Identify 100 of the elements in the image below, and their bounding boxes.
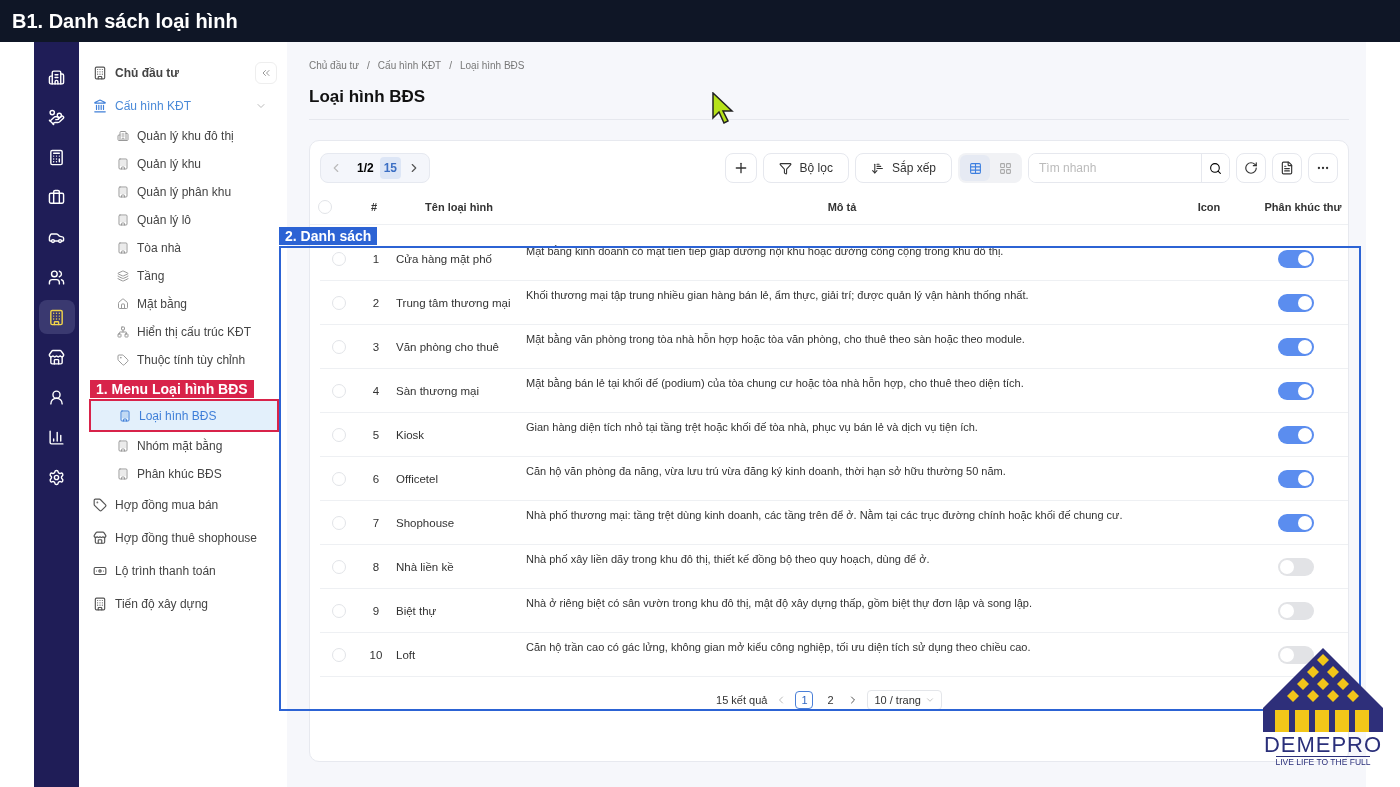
sidebar-item[interactable]: Quản lý phân khu	[89, 178, 279, 206]
table-cell-text: Sàn thương mại	[396, 384, 480, 397]
tree-icon	[117, 326, 129, 338]
sidebar-item[interactable]: Tầng	[89, 262, 279, 290]
logo-icon	[1261, 646, 1385, 734]
sort-icon	[870, 161, 884, 175]
column-header: #	[369, 200, 379, 213]
sidebar-item[interactable]: Hợp đồng mua bán	[89, 488, 279, 521]
table-cell-text: Mặt bằng văn phòng trong tòa nhà hỗn hợp hoặc tòa văn phòng, cho thuê theo sàn hoặc theo module.	[526, 332, 1026, 345]
sidebar-item[interactable]: Tiến độ xây dựng	[89, 587, 279, 620]
tower-icon	[119, 409, 131, 422]
sidebar-item[interactable]: Loại hình BĐS	[89, 399, 279, 432]
table-cell-text: 7	[371, 516, 381, 529]
sidebar-item[interactable]: Nhóm mặt bằng	[89, 432, 279, 460]
row-checkbox[interactable]	[332, 295, 346, 310]
add-button[interactable]	[724, 153, 757, 183]
office-icon	[48, 308, 65, 326]
sidebar-item[interactable]: Hiển thị cấu trúc KĐT	[89, 318, 279, 346]
table-cell-text: 10	[368, 648, 384, 661]
sidebar-item[interactable]: Cấu hình KĐT	[89, 89, 279, 122]
row-checkbox[interactable]	[332, 603, 346, 618]
row-checkbox[interactable]	[332, 647, 346, 662]
toggle-switch[interactable]	[1278, 601, 1314, 620]
tag-icon	[117, 354, 129, 366]
table-cell-text: 2	[371, 296, 381, 309]
toggle-switch[interactable]	[1278, 293, 1314, 312]
page-size-select[interactable]: 10 / trang	[867, 690, 942, 710]
table-cell-text: Nhà ở riêng biệt có sân vườn trong khu đô thị, mật độ xây dựng thấp, gồm biệt thự đơn lập và song lập.	[526, 596, 1034, 609]
user-icon	[48, 388, 65, 406]
table-cell-text: 1	[371, 252, 381, 265]
annotation-label: 2. Danh sách	[279, 227, 378, 245]
rail-button[interactable]	[38, 300, 75, 334]
bank-icon	[93, 98, 107, 113]
sidebar-item[interactable]: Chủ đầu tư	[89, 56, 279, 89]
table-cell-text: 8	[371, 560, 381, 573]
breadcrumb-link[interactable]: Loại hình BĐS	[460, 60, 525, 71]
chart-icon	[48, 428, 65, 446]
toggle-switch[interactable]	[1278, 469, 1314, 488]
table-cell-text: 4	[371, 384, 381, 397]
table-cell-text: Mặt bằng bán lẻ tại khối đế (podium) của tòa chung cư hoặc tòa nhà hỗn hợp, cho thuê theo diện tích.	[526, 376, 1025, 389]
table-cell-text: Gian hàng diện tích nhỏ tại tầng trệt hoặc khối đế tòa nhà, phục vụ bán lẻ và dịch vụ tiện ích.	[526, 420, 979, 433]
filter-icon	[778, 161, 792, 175]
page-button[interactable]: 1	[795, 691, 814, 709]
toggle-switch[interactable]	[1278, 645, 1314, 664]
row-checkbox[interactable]	[332, 251, 346, 266]
briefcase-icon	[48, 188, 65, 206]
toggle-switch[interactable]	[1278, 557, 1314, 576]
search-bar[interactable]: Tìm nhanh	[1028, 153, 1230, 183]
users-icon	[48, 268, 65, 286]
table-cell-text: 6	[371, 472, 381, 485]
table-cell-text: Căn hộ trần cao có gác lửng, không gian mở kiểu công nghiệp, tối ưu diện tích sử dụng theo chiều cao.	[526, 640, 1032, 653]
layers-icon	[117, 270, 129, 282]
tower-icon	[93, 596, 107, 611]
toggle-switch[interactable]	[1278, 513, 1314, 532]
page-indicator: 1/2	[357, 161, 374, 175]
cursor-icon	[712, 92, 734, 124]
sidebar-item[interactable]: Hợp đồng thuê shophouse	[89, 521, 279, 554]
sidebar-item[interactable]: Mặt bằng	[89, 290, 279, 318]
sidebar-item[interactable]: Quản lý lô	[89, 206, 279, 234]
row-checkbox[interactable]	[332, 559, 346, 574]
search-button[interactable]	[1201, 154, 1229, 182]
sidebar-item[interactable]: Quản lý khu	[89, 150, 279, 178]
row-checkbox[interactable]	[332, 339, 346, 354]
breadcrumb-link[interactable]: Cấu hình KĐT	[377, 60, 442, 71]
tower-icon	[117, 468, 129, 480]
table-cell-text: Shophouse	[396, 516, 456, 529]
column-header: Icon	[1196, 200, 1222, 213]
toggle-switch[interactable]	[1278, 249, 1314, 268]
sort-button[interactable]: Sắp xếp	[854, 153, 952, 183]
row-checkbox[interactable]	[332, 515, 346, 530]
refresh-button[interactable]	[1236, 153, 1266, 183]
row-checkbox[interactable]	[332, 471, 346, 486]
select-all-checkbox[interactable]	[318, 199, 332, 214]
row-checkbox[interactable]	[332, 427, 346, 442]
home-icon	[117, 298, 129, 310]
sidebar-item[interactable]: Thuộc tính tùy chỉnh	[89, 346, 279, 374]
tower-icon	[117, 242, 129, 254]
sidebar-item[interactable]: Tòa nhà	[89, 234, 279, 262]
table-cell-text: Cửa hàng mặt phố	[396, 252, 493, 265]
sidebar-item[interactable]: Lộ trình thanh toán	[89, 554, 279, 587]
settings-icon	[48, 468, 65, 486]
buildings-icon	[117, 130, 129, 142]
page-switcher[interactable]: 1/2 15	[320, 153, 431, 183]
view-toggle[interactable]	[960, 155, 990, 181]
toggle-switch[interactable]	[1278, 425, 1314, 444]
table-cell-text: Nhà liền kề	[396, 560, 455, 573]
store-icon	[48, 348, 65, 366]
breadcrumb-link[interactable]: Chủ đầu tư	[309, 60, 360, 71]
sidebar-item[interactable]: Quản lý khu đô thị	[89, 122, 279, 150]
table-cell-text: Khối thương mại tập trung nhiều gian hàng bán lẻ, ẩm thực, giải trí; được quản lý vận hành thống nhất.	[526, 288, 1030, 301]
row-checkbox[interactable]	[332, 383, 346, 398]
export-button[interactable]	[1272, 153, 1302, 183]
table-cell-text: Biệt thự	[396, 604, 438, 617]
toggle-switch[interactable]	[1278, 337, 1314, 356]
sidebar-item[interactable]: Phân khúc BĐS	[89, 460, 279, 488]
filter-button[interactable]: Bộ lọc	[762, 153, 849, 183]
toggle-switch[interactable]	[1278, 381, 1314, 400]
building-icon	[48, 68, 65, 86]
logo-wordmark: DEMEPRO	[1263, 734, 1383, 756]
table-cell-text: 9	[371, 604, 381, 617]
